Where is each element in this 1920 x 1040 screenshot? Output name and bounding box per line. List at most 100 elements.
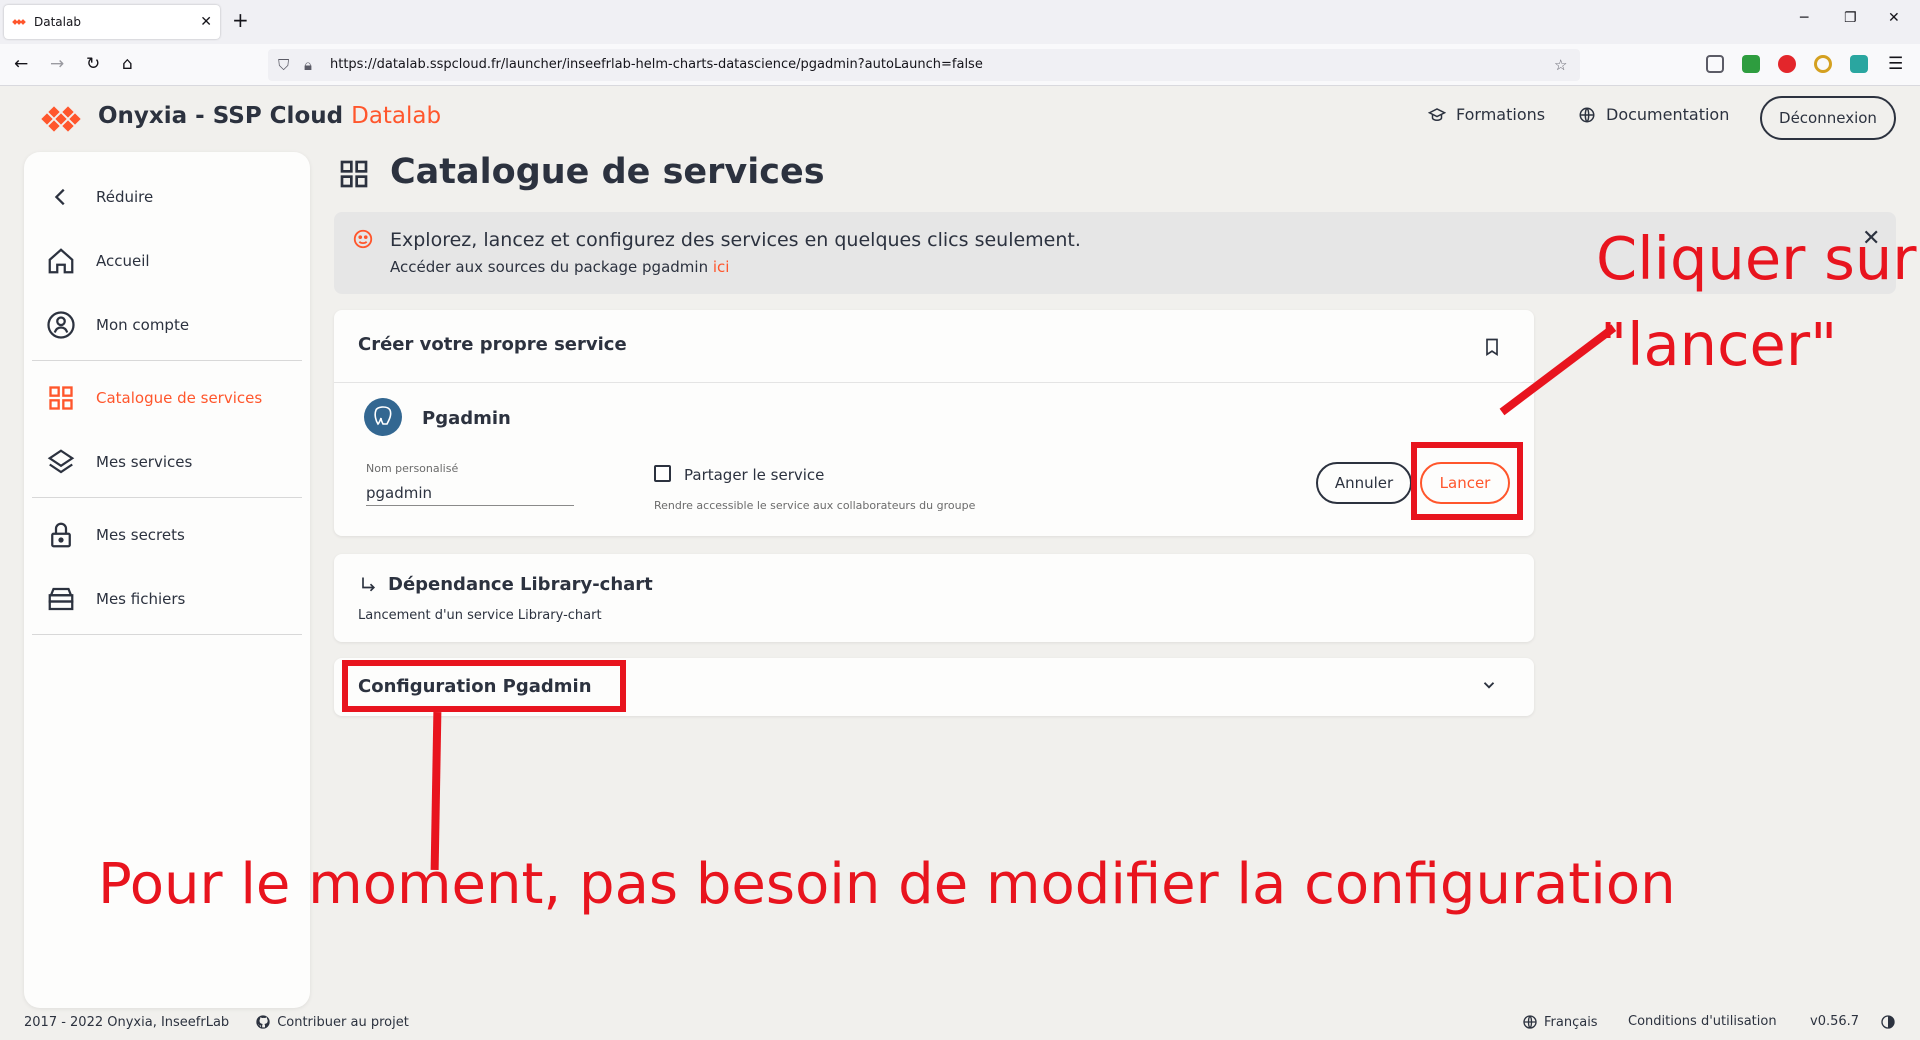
translate-icon — [1523, 1015, 1537, 1029]
onyxia-favicon-icon — [12, 19, 26, 25]
documentation-label: Documentation — [1606, 105, 1730, 124]
sidebar-item-account[interactable]: Mon compte — [24, 300, 310, 350]
chevron-down-icon[interactable] — [1480, 676, 1498, 694]
layers-icon — [44, 445, 78, 479]
onyxia-logo-icon — [41, 106, 81, 132]
lock-icon[interactable]: 🔒︎ — [304, 56, 312, 74]
configuration-highlight-box — [342, 660, 626, 712]
bookmark-icon[interactable] — [1482, 336, 1502, 358]
brand-title[interactable]: Onyxia - SSP Cloud Datalab — [98, 103, 441, 129]
sidebar-item-files[interactable]: Mes fichiers — [24, 574, 310, 624]
dependency-title: Dépendance Library-chart — [388, 574, 653, 595]
package-source-link[interactable]: ici — [713, 258, 730, 276]
sidebar-item-label: Catalogue de services — [96, 389, 263, 407]
custom-name-input[interactable] — [366, 480, 574, 506]
sidebar-divider — [32, 497, 302, 498]
sidebar-divider — [32, 360, 302, 361]
custom-name-label: Nom personalisé — [366, 462, 459, 475]
launch-annotation-line2: "lancer" — [1600, 310, 1838, 379]
reload-icon[interactable]: ↻ — [86, 54, 100, 74]
pgadmin-logo-icon — [364, 398, 402, 436]
logout-button[interactable]: Déconnexion — [1760, 96, 1896, 140]
terms-link[interactable]: Conditions d'utilisation — [1628, 1014, 1777, 1029]
sidebar-item-services[interactable]: Mes services — [24, 437, 310, 487]
dependency-card: Dépendance Library-chart Lancement d'un … — [334, 554, 1534, 642]
share-service-label: Partager le service — [684, 466, 825, 484]
url-text[interactable]: https://datalab.sspcloud.fr/launcher/ins… — [330, 57, 983, 72]
url-bar[interactable]: ⛉ 🔒︎ https://datalab.sspcloud.fr/launche… — [268, 49, 1580, 81]
dependency-subtitle: Lancement d'un service Library-chart — [358, 608, 602, 623]
grid-icon — [44, 381, 78, 415]
language-label: Français — [1544, 1014, 1598, 1030]
sidebar-item-label: Mes services — [96, 453, 193, 471]
brand-accent: Datalab — [351, 103, 442, 129]
chevron-left-icon — [44, 180, 78, 214]
restore-window-icon[interactable]: ❐ — [1844, 10, 1857, 26]
sidebar-item-label: Mes fichiers — [96, 590, 186, 608]
language-selector[interactable]: Français — [1522, 1014, 1598, 1030]
service-name: Pgadmin — [422, 408, 511, 429]
account-icon — [44, 308, 78, 342]
close-window-icon[interactable]: ✕ — [1888, 10, 1900, 26]
sidebar-item-home[interactable]: Accueil — [24, 236, 310, 286]
arrow-return-icon — [362, 577, 376, 592]
home-icon — [44, 244, 78, 278]
adblock-icon[interactable] — [1778, 55, 1796, 73]
lock-icon — [44, 518, 78, 552]
launch-highlight-box — [1411, 442, 1523, 520]
new-tab-icon[interactable]: + — [232, 8, 249, 32]
launch-annotation-line1: Cliquer sur — [1596, 224, 1917, 293]
formations-label: Formations — [1456, 105, 1546, 124]
formations-link[interactable]: Formations — [1428, 105, 1545, 124]
sidebar-item-label: Mon compte — [96, 316, 190, 334]
sidebar-divider — [32, 634, 302, 635]
info-banner-sub-prefix: Accéder aux sources du package pgadmin — [390, 258, 709, 276]
github-icon — [256, 1015, 270, 1029]
share-service-help: Rendre accessible le service aux collabo… — [654, 499, 976, 512]
theme-toggle-icon[interactable] — [1880, 1014, 1896, 1030]
browser-tab-bar: Datalab ✕ + ─ ❐ ✕ — [0, 0, 1920, 44]
create-service-title: Créer votre propre service — [358, 334, 627, 355]
sidebar-item-label: Réduire — [96, 188, 154, 206]
forward-icon[interactable]: → — [50, 54, 64, 74]
extension-shield-icon[interactable] — [1850, 55, 1868, 73]
sidebar-item-secrets[interactable]: Mes secrets — [24, 510, 310, 560]
documentation-link[interactable]: Documentation — [1578, 105, 1729, 124]
extension-ring-icon[interactable] — [1814, 55, 1832, 73]
page-title: Catalogue de services — [390, 152, 825, 192]
sidebar-item-label: Mes secrets — [96, 526, 185, 544]
create-service-card: Créer votre propre service Pgadmin Nom p… — [334, 310, 1534, 536]
brand-name: Onyxia - SSP Cloud — [98, 103, 344, 129]
storage-icon — [44, 582, 78, 616]
sidebar-item-collapse[interactable]: Réduire — [24, 172, 310, 222]
back-icon[interactable]: ← — [14, 54, 28, 74]
info-banner-subtext: Accéder aux sources du package pgadmin i… — [390, 258, 729, 276]
sidebar-item-catalog[interactable]: Catalogue de services — [24, 373, 310, 423]
shield-icon[interactable]: ⛉ — [278, 56, 289, 74]
bookmark-star-icon[interactable]: ☆ — [1554, 56, 1567, 74]
card-divider — [334, 382, 1534, 383]
browser-nav-bar: ← → ↻ ⌂ ⛉ 🔒︎ https://datalab.sspcloud.fr… — [0, 44, 1920, 86]
close-tab-icon[interactable]: ✕ — [200, 14, 212, 30]
home-icon[interactable]: ⌂ — [122, 54, 133, 74]
pocket-icon[interactable] — [1706, 55, 1724, 73]
footer-left: 2017 - 2022 Onyxia, InseefrLab Contribue… — [24, 1014, 409, 1030]
browser-tab-title: Datalab — [34, 15, 81, 29]
copyright-text: 2017 - 2022 Onyxia, InseefrLab — [24, 1014, 230, 1030]
browser-tab[interactable]: Datalab ✕ — [4, 5, 220, 39]
contribute-link[interactable]: Contribuer au projet — [277, 1015, 409, 1030]
extension-green-icon[interactable] — [1742, 55, 1760, 73]
version-label: v0.56.7 — [1810, 1014, 1860, 1029]
menu-icon[interactable]: ☰ — [1888, 54, 1903, 74]
globe-icon — [1579, 107, 1595, 122]
cancel-button[interactable]: Annuler — [1316, 462, 1412, 504]
share-service-checkbox[interactable] — [654, 465, 671, 482]
sidebar-item-label: Accueil — [96, 252, 150, 270]
grid-icon — [340, 160, 368, 188]
configuration-pointer-line — [430, 711, 442, 871]
info-banner-text: Explorez, lancez et configurez des servi… — [390, 229, 1081, 251]
smiley-icon — [353, 229, 373, 249]
minimize-window-icon[interactable]: ─ — [1800, 10, 1808, 26]
configuration-annotation: Pour le moment, pas besoin de modifier l… — [98, 852, 1676, 917]
graduation-cap-icon — [1428, 107, 1446, 121]
